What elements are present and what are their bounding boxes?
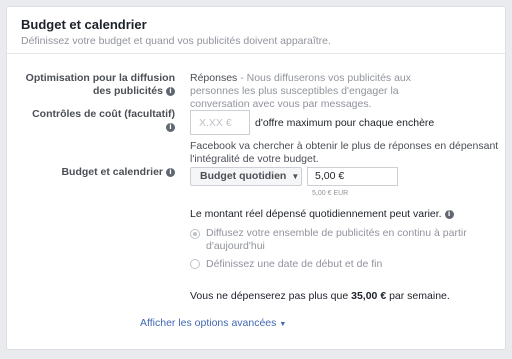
optimization-value: Réponses - Nous diffuserons vos publicit…	[190, 72, 411, 111]
schedule-dates-radio[interactable]	[190, 259, 200, 269]
optimization-label-line1: Optimisation pour la diffusion	[25, 72, 175, 84]
budget-type-dropdown[interactable]: Budget quotidien ▼	[190, 167, 302, 186]
optimization-label-line2-wrap: des publicités i	[26, 85, 175, 98]
budget-label-wrap: Budget et calendrier i	[61, 166, 175, 179]
budget-label: Budget et calendrier	[61, 166, 163, 178]
weekly-prefix: Vous ne dépenserez pas plus que	[190, 290, 352, 302]
variation-note: Le montant réel dépensé quotidiennement …	[190, 208, 442, 220]
optimization-line1: Réponses - Nous diffuserons vos publicit…	[190, 72, 411, 85]
cost-control-hint-2: l'intégralité de votre budget.	[190, 153, 319, 165]
max-bid-suffix: d'offre maximum pour chaque enchère	[255, 117, 435, 129]
schedule-continuous-radio[interactable]	[190, 229, 200, 239]
schedule-continuous-label[interactable]: Diffusez votre ensemble de publicités en…	[206, 227, 467, 253]
weekly-cap: Vous ne dépenserez pas plus que 35,00 € …	[190, 290, 450, 303]
cost-control-label-wrap: Contrôles de coût (facultatif) i	[32, 108, 175, 134]
max-bid-placeholder: X.XX €	[199, 117, 232, 129]
advanced-options-label: Afficher les options avancées	[140, 317, 277, 329]
section-title: Budget et calendrier	[21, 17, 147, 32]
optimization-desc-1: - Nous diffuserons vos publicités aux	[237, 72, 412, 84]
max-bid-input[interactable]: X.XX €	[190, 110, 250, 135]
cost-control-info-wrap: i	[32, 121, 175, 134]
section-subtitle: Définissez votre budget et quand vos pub…	[21, 35, 331, 47]
weekly-suffix: par semaine.	[386, 290, 450, 302]
budget-type-value: Budget quotidien	[200, 170, 287, 182]
info-icon[interactable]: i	[166, 167, 175, 177]
optimization-desc-2: personnes les plus susceptibles d'engage…	[190, 85, 399, 97]
budget-amount-note: 5,00 € EUR	[312, 190, 349, 197]
header-divider	[7, 53, 505, 54]
cost-control-hint-1: Facebook va chercher à obtenir le plus d…	[190, 140, 499, 152]
info-icon[interactable]: i	[166, 86, 175, 96]
info-icon[interactable]: i	[166, 122, 175, 132]
optimization-label: Optimisation pour la diffusion des publi…	[26, 72, 175, 98]
info-icon[interactable]: i	[444, 209, 454, 219]
caret-down-icon: ▼	[291, 172, 300, 181]
budget-amount-value: 5,00 €	[315, 170, 345, 182]
advanced-options-link[interactable]: Afficher les options avancées ▼	[140, 317, 286, 331]
cost-control-label: Contrôles de coût (facultatif)	[32, 108, 175, 120]
budget-amount-input[interactable]: 5,00 €	[307, 167, 398, 186]
cost-control-hint: Facebook va chercher à obtenir le plus d…	[190, 140, 498, 166]
section-header: Budget et calendrier Définissez votre bu…	[21, 17, 331, 48]
weekly-amount: 35,00 €	[351, 290, 387, 302]
optimization-label-line2: des publicités	[92, 85, 163, 97]
optimization-result: Réponses	[190, 72, 238, 84]
budget-schedule-panel: Budget et calendrier Définissez votre bu…	[6, 6, 506, 350]
schedule-option1-line2: d'aujourd'hui	[206, 240, 265, 252]
variation-note-wrap: Le montant réel dépensé quotidiennement …	[190, 208, 454, 221]
caret-down-icon: ▼	[279, 321, 287, 328]
schedule-dates-label[interactable]: Définissez une date de début et de fin	[206, 258, 382, 271]
schedule-option1-line1: Diffusez votre ensemble de publicités en…	[206, 227, 467, 239]
